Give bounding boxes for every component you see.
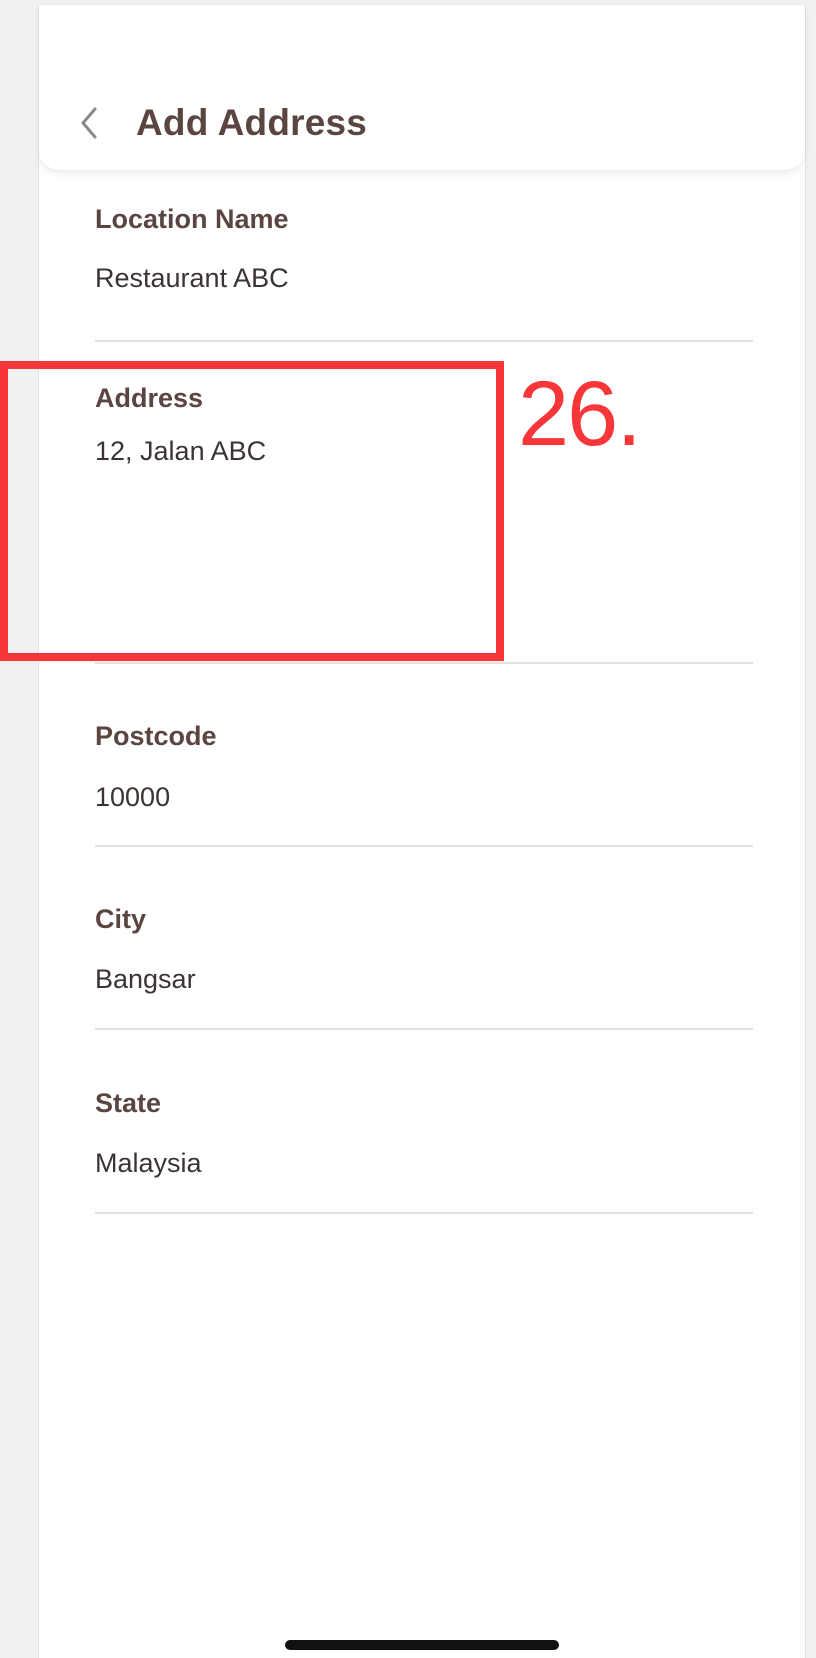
top-app-bar: Add Address: [39, 5, 805, 171]
city-divider: [95, 1028, 753, 1030]
annotation-highlight-box: [0, 361, 504, 661]
chevron-left-icon: [81, 107, 97, 139]
state-divider: [95, 1212, 753, 1214]
location-name-field[interactable]: Restaurant ABC: [95, 263, 289, 294]
city-field[interactable]: Bangsar: [95, 964, 196, 995]
state-label: State: [95, 1088, 162, 1118]
postcode-divider: [95, 845, 753, 847]
app-screen: Add Address Location Name Restaurant ABC…: [38, 5, 806, 1658]
location-name-label: Location Name: [95, 204, 289, 234]
annotation-number: 26.: [518, 363, 642, 465]
back-button[interactable]: [73, 103, 107, 143]
postcode-field[interactable]: 10000: [95, 782, 170, 813]
state-field[interactable]: Malaysia: [95, 1148, 202, 1179]
location-name-divider: [95, 340, 753, 342]
page-title: Add Address: [136, 102, 368, 143]
postcode-label: Postcode: [95, 721, 217, 751]
address-divider: [95, 662, 753, 664]
city-label: City: [95, 904, 147, 934]
home-indicator: [285, 1640, 559, 1650]
